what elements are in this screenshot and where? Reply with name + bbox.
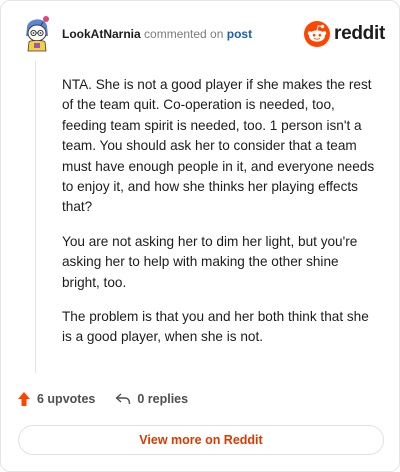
comment-byline: LookAtNarnia commented on post bbox=[62, 27, 252, 41]
reply-stat[interactable]: 0 replies bbox=[115, 392, 188, 406]
upvote-count: 6 upvotes bbox=[37, 392, 96, 406]
reply-arrow-icon bbox=[116, 393, 131, 405]
byline-action: commented on bbox=[144, 27, 224, 41]
reddit-wordmark: reddit bbox=[334, 23, 385, 44]
post-link[interactable]: post bbox=[227, 27, 252, 41]
comment-header: LookAtNarnia commented on post reddit bbox=[17, 13, 385, 53]
view-more-button[interactable]: View more on Reddit bbox=[18, 425, 384, 455]
comment-paragraph: You are not asking her to dim her light,… bbox=[62, 233, 358, 290]
upvote-stat[interactable]: 6 upvotes bbox=[17, 391, 95, 407]
username-link[interactable]: LookAtNarnia bbox=[62, 27, 141, 41]
thread-line bbox=[35, 61, 36, 373]
comment-footer: 6 upvotes 0 replies bbox=[17, 387, 188, 411]
comment-paragraph: The problem is that you and her both thi… bbox=[62, 309, 369, 345]
reply-count: 0 replies bbox=[137, 392, 189, 406]
upvote-arrow-icon bbox=[18, 392, 30, 406]
reddit-snoo-logo-icon bbox=[304, 21, 331, 47]
comment-paragraph: NTA. She is not a good player if she mak… bbox=[62, 77, 375, 215]
reddit-logo[interactable]: reddit bbox=[304, 21, 385, 47]
avatar[interactable] bbox=[19, 14, 55, 52]
snoo-avatar-icon bbox=[26, 16, 49, 52]
reddit-comment-embed: LookAtNarnia commented on post reddit NT… bbox=[0, 0, 400, 472]
comment-body: NTA. She is not a good player if she mak… bbox=[62, 75, 380, 362]
